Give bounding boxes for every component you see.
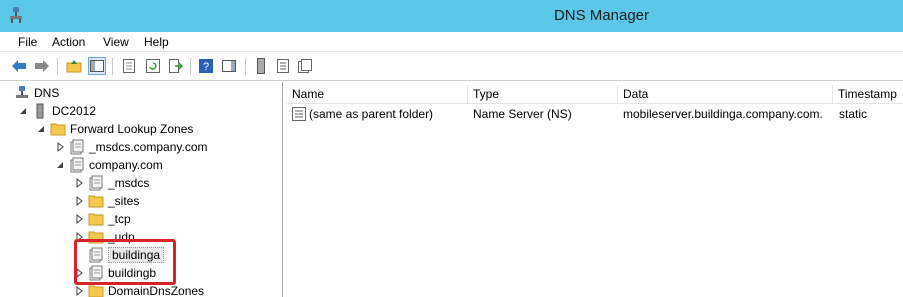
collapsed-arrow-icon <box>76 214 83 224</box>
svg-text:?: ? <box>203 61 209 73</box>
expanded-arrow-icon <box>20 108 26 114</box>
window-title: DNS Manager <box>553 7 650 24</box>
dns-icon <box>16 86 28 98</box>
zone-icon <box>70 157 84 173</box>
tree-label: _msdcs.company.com <box>89 140 208 154</box>
records-icon <box>298 59 312 73</box>
menu-action[interactable]: Action <box>52 35 85 49</box>
record-icon <box>292 107 306 121</box>
record-type: Name Server (NS) <box>473 107 572 121</box>
help-icon: ? <box>199 59 213 73</box>
tree-node-sites[interactable]: _sites <box>74 192 139 210</box>
zone-records-button[interactable] <box>296 57 314 75</box>
forward-arrow-icon <box>35 60 49 72</box>
tree-label: Forward Lookup Zones <box>70 122 194 136</box>
properties-icon <box>123 59 135 73</box>
up-folder-icon <box>66 60 82 73</box>
server-button[interactable] <box>252 57 270 75</box>
folder-icon <box>88 213 104 226</box>
record-timestamp: static <box>839 107 868 121</box>
tree-label: _sites <box>108 194 140 208</box>
server-icon <box>257 58 265 74</box>
list-header: Name Type Data Timestamp <box>287 85 903 104</box>
tree-node-dns[interactable]: DNS <box>14 84 59 102</box>
tree-node-server[interactable]: DC2012 <box>18 102 96 120</box>
list-button[interactable] <box>274 57 292 75</box>
tree-node-msdcs[interactable]: _msdcs <box>74 174 149 192</box>
tree-label: DomainDnsZones <box>108 284 205 297</box>
console-tree-icon <box>90 60 104 72</box>
back-arrow-icon <box>12 60 26 72</box>
collapsed-arrow-icon <box>57 142 64 152</box>
list-icon <box>277 59 289 73</box>
tree-label: _msdcs <box>108 176 150 190</box>
server-icon <box>36 103 44 119</box>
menu-bar: File Action View Help <box>0 32 903 52</box>
tree-label: _tcp <box>108 212 131 226</box>
record-name: (same as parent folder) <box>309 107 434 121</box>
title-bar: DNS Manager <box>0 0 903 32</box>
toolbar: ? <box>0 53 903 81</box>
up-folder-button[interactable] <box>65 57 83 75</box>
show-hide-tree-button[interactable] <box>88 57 106 75</box>
menu-file[interactable]: File <box>18 35 37 49</box>
refresh-button[interactable] <box>144 57 162 75</box>
tree-node-msdcs-zone[interactable]: _msdcs.company.com <box>55 138 207 156</box>
action-pane-button[interactable] <box>220 57 238 75</box>
tree-node-tcp[interactable]: _tcp <box>74 210 131 228</box>
tree-node-forward-lookup-zones[interactable]: Forward Lookup Zones <box>36 120 193 138</box>
folder-icon <box>88 195 104 208</box>
collapsed-arrow-icon <box>76 196 83 206</box>
folder-icon <box>88 285 104 297</box>
refresh-icon <box>146 59 160 73</box>
menu-view[interactable]: View <box>103 35 129 49</box>
tree-label: DC2012 <box>52 104 97 118</box>
column-header-type[interactable]: Type <box>468 85 618 104</box>
help-button[interactable]: ? <box>197 57 215 75</box>
expanded-arrow-icon <box>57 162 63 168</box>
forward-button[interactable] <box>33 57 51 75</box>
column-header-name[interactable]: Name <box>287 85 468 104</box>
export-icon <box>169 59 183 73</box>
records-list: Name Type Data Timestamp (same as parent… <box>287 82 903 297</box>
tree-label: company.com <box>89 158 163 172</box>
action-pane-icon <box>222 60 236 72</box>
menu-help[interactable]: Help <box>144 35 169 49</box>
column-header-timestamp[interactable]: Timestamp <box>833 85 903 104</box>
folder-icon <box>50 123 66 136</box>
properties-button[interactable] <box>120 57 138 75</box>
zone-icon <box>70 139 84 155</box>
export-list-button[interactable] <box>167 57 185 75</box>
tree-node-company-zone[interactable]: company.com <box>55 156 163 174</box>
collapsed-arrow-icon <box>76 286 83 296</box>
record-data: mobileserver.buildinga.company.com. <box>623 107 823 121</box>
collapsed-arrow-icon <box>76 178 83 188</box>
column-header-data[interactable]: Data <box>618 85 833 104</box>
back-button[interactable] <box>10 57 28 75</box>
table-row[interactable]: (same as parent folder) Name Server (NS)… <box>287 105 903 123</box>
expanded-arrow-icon <box>38 126 44 132</box>
highlight-annotation <box>74 239 176 285</box>
tree-label: DNS <box>34 86 60 100</box>
zone-icon <box>89 175 103 191</box>
